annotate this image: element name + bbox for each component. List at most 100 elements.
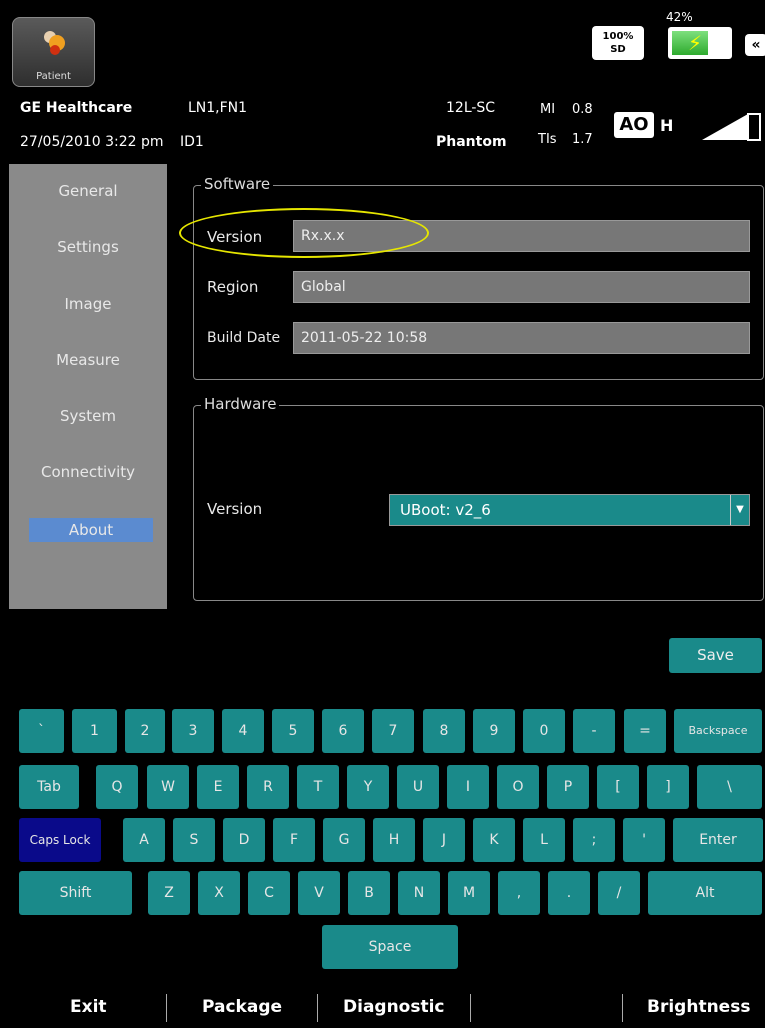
divider (166, 994, 167, 1022)
key-d[interactable]: D (223, 818, 265, 862)
key-5[interactable]: 5 (272, 709, 314, 753)
exit-button[interactable]: Exit (70, 997, 107, 1017)
collapse-button[interactable]: « (745, 34, 765, 56)
divider (317, 994, 318, 1022)
probe-name: 12L-SC (446, 100, 496, 116)
key-o[interactable]: O (497, 765, 539, 809)
tis-label: TIs (538, 132, 557, 147)
key-e[interactable]: E (197, 765, 239, 809)
key-,[interactable]: , (498, 871, 540, 915)
key-v[interactable]: V (298, 871, 340, 915)
key-c[interactable]: C (248, 871, 290, 915)
sd-capacity: 100% (602, 31, 634, 42)
key-j[interactable]: J (423, 818, 465, 862)
key-t[interactable]: T (297, 765, 339, 809)
key-k[interactable]: K (473, 818, 515, 862)
hardware-legend: Hardware (201, 395, 280, 413)
preset-name: Phantom (436, 134, 507, 150)
key-z[interactable]: Z (148, 871, 190, 915)
key-6[interactable]: 6 (322, 709, 364, 753)
key-'[interactable]: ' (623, 818, 665, 862)
key-1[interactable]: 1 (72, 709, 117, 753)
key-w[interactable]: W (147, 765, 189, 809)
key-3[interactable]: 3 (172, 709, 214, 753)
mi-value: 0.8 (572, 102, 593, 117)
sidebar-item-about[interactable]: About (29, 518, 153, 542)
region-label: Region (207, 278, 259, 296)
key-i[interactable]: I (447, 765, 489, 809)
patient-button[interactable]: Patient (12, 17, 95, 87)
date-time: 27/05/2010 3:22 pm (20, 134, 164, 150)
chevron-down-icon: ▼ (730, 495, 749, 525)
key-m[interactable]: M (448, 871, 490, 915)
key-=[interactable]: = (624, 709, 666, 753)
ao-suffix: H (660, 116, 674, 135)
key-u[interactable]: U (397, 765, 439, 809)
key-n[interactable]: N (398, 871, 440, 915)
build-date-label: Build Date (207, 330, 281, 346)
key-a[interactable]: A (123, 818, 165, 862)
key-0[interactable]: 0 (523, 709, 565, 753)
key-l[interactable]: L (523, 818, 565, 862)
hardware-version-select[interactable]: UBoot: v2_6 ▼ (389, 494, 750, 526)
patient-label: Patient (36, 71, 71, 82)
sidebar-item-system[interactable]: System (9, 407, 167, 425)
key-caps-lock[interactable]: Caps Lock (19, 818, 101, 862)
key-2[interactable]: 2 (125, 709, 165, 753)
key-space[interactable]: Space (322, 925, 458, 969)
sidebar-item-image[interactable]: Image (9, 295, 167, 313)
save-button[interactable]: Save (669, 638, 762, 673)
key-][interactable]: ] (647, 765, 689, 809)
sidebar-item-general[interactable]: General (9, 182, 167, 200)
highlight-ellipse (179, 208, 429, 258)
key-8[interactable]: 8 (423, 709, 465, 753)
patient-id: ID1 (180, 134, 204, 150)
key-`[interactable]: ` (19, 709, 64, 753)
key-tab[interactable]: Tab (19, 765, 79, 809)
key-x[interactable]: X (198, 871, 240, 915)
settings-sidebar: General Settings Image Measure System Co… (9, 164, 167, 609)
package-button[interactable]: Package (202, 997, 282, 1017)
build-date-field: 2011-05-22 10:58 (293, 322, 750, 354)
key-s[interactable]: S (173, 818, 215, 862)
hardware-version-value: UBoot: v2_6 (400, 501, 491, 519)
key-shift[interactable]: Shift (19, 871, 132, 915)
key-backspace[interactable]: Backspace (674, 709, 762, 753)
key-g[interactable]: G (323, 818, 365, 862)
key-q[interactable]: Q (96, 765, 138, 809)
sidebar-item-measure[interactable]: Measure (9, 351, 167, 369)
key-[[interactable]: [ (597, 765, 639, 809)
key-;[interactable]: ; (573, 818, 615, 862)
key-h[interactable]: H (373, 818, 415, 862)
key-\[interactable]: \ (697, 765, 762, 809)
key-y[interactable]: Y (347, 765, 389, 809)
key-b[interactable]: B (348, 871, 390, 915)
hardware-version-label: Version (207, 500, 263, 518)
software-legend: Software (201, 175, 274, 193)
key-9[interactable]: 9 (473, 709, 515, 753)
divider (470, 994, 471, 1022)
key-4[interactable]: 4 (222, 709, 264, 753)
key-/[interactable]: / (598, 871, 640, 915)
key-7[interactable]: 7 (372, 709, 414, 753)
key-p[interactable]: P (547, 765, 589, 809)
key-f[interactable]: F (273, 818, 315, 862)
key-enter[interactable]: Enter (673, 818, 763, 862)
region-field: Global (293, 271, 750, 303)
patient-icon (44, 31, 65, 55)
brightness-button[interactable]: Brightness (647, 997, 750, 1017)
mi-label: MI (540, 102, 556, 117)
diagnostic-button[interactable]: Diagnostic (343, 997, 445, 1017)
brand-name: GE Healthcare (20, 100, 133, 116)
key--[interactable]: - (573, 709, 615, 753)
patient-name: LN1,FN1 (188, 100, 248, 116)
battery-percent: 42% (666, 10, 693, 24)
key-alt[interactable]: Alt (648, 871, 762, 915)
key-.[interactable]: . (548, 871, 590, 915)
ao-button[interactable]: AO (614, 112, 654, 138)
key-r[interactable]: R (247, 765, 289, 809)
divider (622, 994, 623, 1022)
sidebar-item-connectivity[interactable]: Connectivity (9, 463, 167, 481)
sidebar-item-settings[interactable]: Settings (9, 238, 167, 256)
signal-strength-icon (702, 113, 761, 141)
